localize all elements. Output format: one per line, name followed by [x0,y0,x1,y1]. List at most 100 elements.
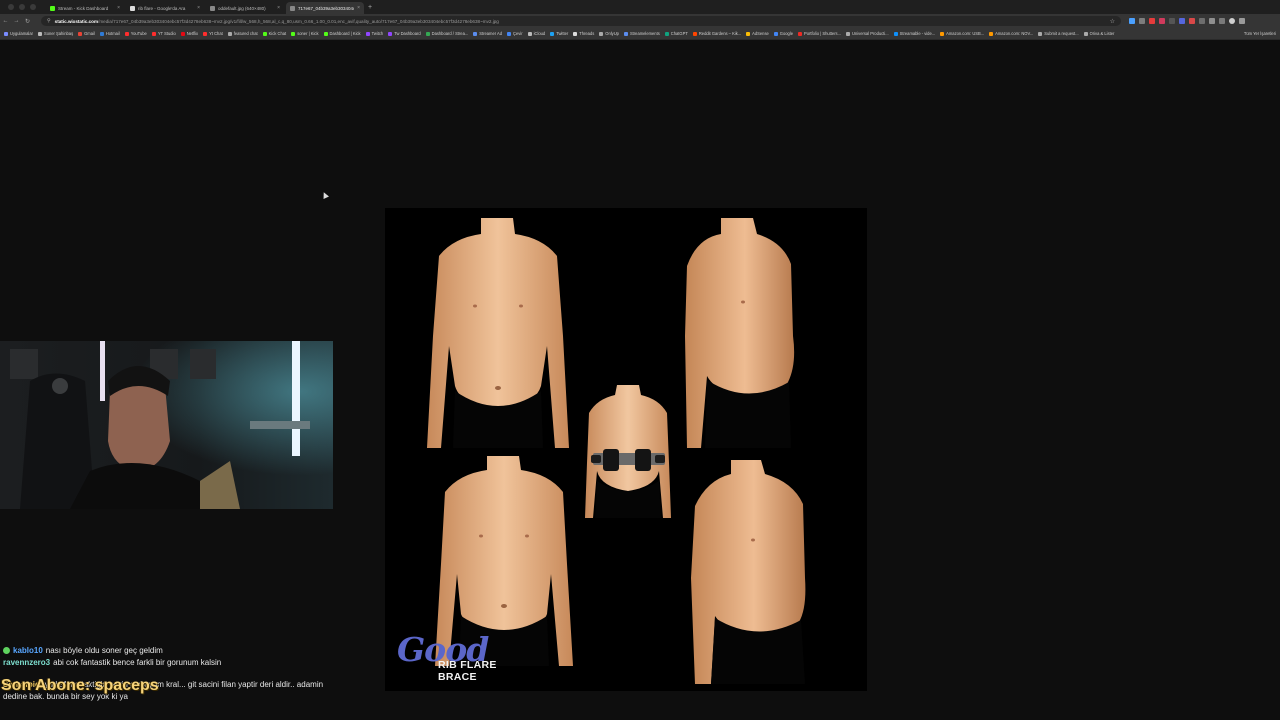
bookmark-item[interactable]: Yt Chat [203,31,223,36]
bookmark-label: Tw Dashboard [394,31,421,36]
extension-icon[interactable] [1129,18,1135,24]
profile-avatar-icon[interactable] [1229,18,1235,24]
puzzle-icon[interactable] [1199,18,1205,24]
minimize-window-icon[interactable] [19,4,25,10]
browser-tab[interactable]: Stream - Kick Dashboard × [46,2,124,14]
bookmark-favicon-icon [365,31,370,36]
extension-icon[interactable] [1169,18,1175,24]
maximize-window-icon[interactable] [30,4,36,10]
tab-close-icon[interactable]: × [197,5,200,11]
bookmark-item[interactable]: YouTube [124,31,147,36]
bookmark-item[interactable]: Streamable - vide... [893,31,936,36]
bookmark-item[interactable]: Portfolio | Shutters... [798,31,841,36]
chat-username: ravennzero3 [3,657,51,667]
bookmark-label: Amazon.com: USB... [946,31,985,36]
bookmark-item[interactable]: Dashboard | Kick [323,31,361,36]
bookmark-favicon-icon [262,31,267,36]
bookmark-item[interactable]: Google [773,31,793,36]
last-subscriber-banner: Son Abone: spaceps [1,677,159,695]
bookmark-item[interactable]: Tw Dashboard [388,31,421,36]
bookmark-item[interactable]: Dashboard / Strea... [425,31,468,36]
bookmark-favicon-icon [473,31,478,36]
bookmark-label: Çevir [513,31,523,36]
bookmark-item[interactable]: Threads [573,31,594,36]
bookmark-item[interactable]: Çevir [507,31,523,36]
window-controls[interactable] [0,4,44,10]
browser-tab[interactable]: oddefault.jpg (640×480) × [206,2,284,14]
bookmark-item[interactable]: Kick Chat [262,31,286,36]
forward-icon[interactable]: → [11,18,22,24]
bookmark-favicon-icon [1083,31,1088,36]
address-host: static.wixstatic.com [54,18,99,24]
sidepanel-icon[interactable] [1219,18,1225,24]
bookmark-item[interactable]: Oriva & Lister [1083,31,1114,36]
bookmark-favicon-icon [507,31,512,36]
bookmark-item[interactable]: Streamelements [623,31,660,36]
close-window-icon[interactable] [8,4,14,10]
tab-close-icon[interactable]: × [357,5,360,11]
bookmark-star-icon[interactable]: ☆ [1110,18,1115,25]
bookmark-item[interactable]: ChatGPT [664,31,688,36]
bookmark-favicon-icon [4,31,8,36]
torso-figure-brace [583,383,673,518]
brand-caption: RIB FLARE BRACE [438,659,497,683]
bookmark-favicon-icon [846,31,851,36]
download-icon[interactable] [1209,18,1215,24]
browser-tab[interactable]: 717e67_04b39a3eb303404c... × [286,2,364,14]
address-path: /media/717e67_04b39a3eb303404ebc57f3d427… [98,18,499,24]
bookmark-item[interactable]: OnlyUp [599,31,619,36]
extension-icon[interactable] [1139,18,1145,24]
tab-close-icon[interactable]: × [277,5,280,11]
bookmark-item[interactable]: Submit a request... [1038,31,1079,36]
bookmark-label: Gmail [84,31,95,36]
bookmark-item[interactable]: featured chat [227,31,258,36]
extension-icon[interactable] [1149,18,1155,24]
bookmark-item[interactable]: Soner Şahinbaş [37,31,73,36]
extension-icon[interactable] [1189,18,1195,24]
site-info-icon[interactable]: ⚲ [47,18,51,24]
chat-message: kablo10 nası böyle oldu soner geç geldim [3,645,333,657]
bookmark-item[interactable]: soner | Kick [291,31,319,36]
bookmark-item[interactable]: Uygulamalar [4,31,33,36]
bookmark-item[interactable]: Universal Producti... [846,31,889,36]
bookmark-item[interactable]: Amazon.com: USB... [940,31,984,36]
torso-figure-side-after [685,458,813,684]
bookmark-favicon-icon [989,31,994,36]
tab-label: rib flare - Google'da Ara [138,5,186,11]
bookmark-item[interactable]: Amazon.com: NOV... [989,31,1033,36]
bookmark-label: OnlyUp [605,31,619,36]
tab-list: Stream - Kick Dashboard × rib flare - Goog… [44,0,364,14]
streamer-camera-feed [0,341,333,509]
bookmark-favicon-icon [573,31,578,36]
bookmark-item[interactable]: YT Studio [151,31,176,36]
bookmark-item[interactable]: Netflix [180,31,199,36]
chat-text: abi cok fantastik bence farkli bir gorun… [53,657,222,667]
bookmark-item[interactable]: Reddit Gardens – Kik... [692,31,741,36]
subscriber-badge-icon [3,647,10,654]
bookmark-label: Netflix [186,31,199,36]
viewed-image[interactable]: Good RIB FLARE BRACE [385,208,867,691]
extension-icon[interactable] [1179,18,1185,24]
bookmark-item[interactable]: Twitter [550,31,568,36]
browser-tab[interactable]: rib flare - Google'da Ara × [126,2,204,14]
bookmark-favicon-icon [203,31,208,36]
bookmark-label: Streamable - vide... [899,31,936,36]
new-tab-icon[interactable]: + [368,4,372,11]
extension-icon[interactable] [1159,18,1165,24]
menu-kebab-icon[interactable] [1239,18,1245,24]
bookmark-item[interactable]: Streamer Ad [473,31,502,36]
tab-close-icon[interactable]: × [117,5,120,11]
address-bar[interactable]: ⚲ static.wixstatic.com/media/717e67_04b3… [41,16,1121,26]
chat-message: ravennzero3 abi cok fantastik bence farkl… [3,657,333,669]
bookmark-item[interactable]: AdSense [746,31,769,36]
mouse-cursor-icon [321,191,329,199]
bookmark-item[interactable]: Twitch [365,31,383,36]
bookmark-item[interactable]: Gmail [78,31,95,36]
all-bookmarks-folder[interactable]: Tüm Yer İşaretleri [1239,31,1276,36]
reload-icon[interactable]: ↻ [22,18,33,25]
bookmark-label: Streamer Ad [479,31,503,36]
back-icon[interactable]: ← [0,18,11,24]
bookmark-item[interactable]: iCloud [527,31,545,36]
bookmark-item[interactable]: Hotmail [99,31,120,36]
bookmark-favicon-icon [893,31,898,36]
